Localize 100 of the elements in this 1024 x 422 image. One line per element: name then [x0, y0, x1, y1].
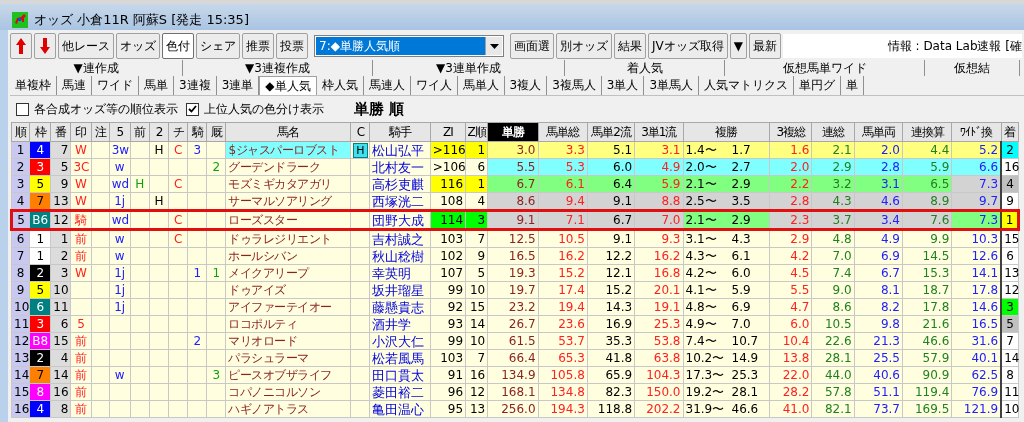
tab-group-label[interactable]: 着人気 — [565, 60, 725, 76]
toolbar-button[interactable]: 投票 — [276, 33, 308, 59]
table-row[interactable]: 9 5 10 1j ドゥアイズ 坂井瑠星 99 10 19.7 17.4 15.2 20.1 4.1〜 5.9 5.5 9.0 8.1 18.7 17.8 12 — [11, 281, 1019, 299]
column-header[interactable]: 馬単両 — [854, 122, 903, 142]
toolbar-button[interactable]: シェア — [196, 33, 240, 59]
toolbar-button[interactable]: 推票 — [242, 33, 274, 59]
table-row[interactable]: 13 2 4 前 パラシュラーマ 松若風馬 103 7 66.4 65.3 41.8 63.8 10.2〜 14.9 13.8 28.1 25.5 57.9 40.1 14 — [11, 349, 1019, 367]
table-cell: 2.3 — [769, 210, 812, 230]
table-row[interactable]: 15 8 16 前 コパノニコルソン 菱田裕二 96 12 168.1 134.8 82.3 150.0 19.2〜 28.1 28.2 57.8 51.1 119.4 76.9 11 — [11, 383, 1019, 401]
tab[interactable]: 馬連人 — [363, 76, 411, 95]
table-cell: B6 — [29, 210, 51, 230]
down-arrow-icon — [40, 38, 50, 54]
checkbox-label[interactable]: 各合成オッズ等の順位表示 — [34, 100, 178, 118]
tab[interactable]: ワイド — [92, 76, 139, 95]
table-cell: 5 — [11, 210, 30, 230]
column-header[interactable]: 単勝 — [487, 122, 538, 142]
column-header[interactable]: 印 — [70, 122, 91, 142]
column-header[interactable]: 騎手 — [369, 122, 431, 142]
column-header[interactable]: 番 — [50, 122, 71, 142]
column-header[interactable]: 3複総 — [769, 122, 812, 142]
table-cell: 7.0 — [634, 210, 683, 230]
table-row[interactable]: 1 4 7 W 3w H C 3 $ジャスパーロブスト H 松山弘平 >116 1 3.0 3.3 5.1 3.1 1.4〜 1.7 1.6 2.1 2.0 4.4 5.2 2 — [11, 141, 1019, 159]
tab[interactable]: 人気マトリクス — [699, 76, 795, 95]
info-text: 情報 : Data Lab速報 [確 — [887, 37, 1022, 55]
table-row[interactable]: 8 2 3 W 1j 1 1 メイクアリープ 幸英明 107 5 19.3 15.2 12.1 16.8 4.2〜 6.0 4.5 7.4 6.7 15.3 14.1 13 — [11, 264, 1019, 282]
checkbox[interactable] — [186, 102, 199, 116]
tab[interactable]: 馬連 — [57, 76, 92, 95]
column-header[interactable]: Z順 — [465, 122, 488, 142]
tab[interactable]: 3連複 — [174, 76, 217, 95]
tab-group-label[interactable]: ▼連作成 — [10, 60, 183, 76]
tab[interactable]: 馬単人 — [457, 76, 505, 95]
table-row[interactable]: 11 3 6 5 ロコポルティ 酒井学 93 14 26.7 23.6 16.9 25.3 4.9〜 7.0 6.0 10.5 9.8 21.6 16.5 5 — [11, 315, 1019, 333]
table-row[interactable]: 10 6 11 1j アイファーテイオー 藤懸貴志 92 15 23.2 19.4 14.3 19.1 4.8〜 6.9 4.7 8.6 8.2 17.8 14.6 3 — [11, 298, 1019, 316]
table-row[interactable]: 7 1 2 前 w ホールシバン 秋山稔樹 102 9 16.5 16.2 12.2 16.2 4.3〜 6.1 4.2 7.0 6.9 14.5 12.6 6 — [11, 247, 1019, 265]
tab[interactable]: 単 — [841, 76, 865, 95]
tab[interactable]: 3複人 — [504, 76, 548, 95]
table-cell: 6.7 — [587, 210, 635, 230]
up-arrow-icon — [16, 38, 26, 54]
table-row[interactable]: 3 5 9 W wd H C モズミギカタアガリ 高杉吏麒 116 1 6.7 6.1 6.4 5.9 2.1〜 2.9 2.2 3.2 3.1 6.5 7.3 4 — [11, 175, 1019, 193]
tab-group-label[interactable]: ▼3連単作成 — [373, 60, 565, 76]
toolbar-button[interactable]: 別オッズ — [556, 33, 612, 59]
table-row[interactable]: 12 B8 15 前 2 マリオロード 小沢大仁 99 10 61.5 53.7 35.3 53.8 7.4〜 10.7 10.4 22.6 21.3 46.6 31.6 7 — [11, 332, 1019, 350]
table-cell: 12 — [50, 210, 71, 230]
column-header[interactable]: 枠 — [29, 122, 51, 142]
column-header[interactable]: ﾜｲﾄﾞ換 — [951, 122, 1002, 142]
toolbar-button[interactable]: 結果 — [614, 33, 646, 59]
tab[interactable]: 単円グ — [794, 76, 842, 95]
table-cell: 114 — [430, 210, 466, 230]
dropdown-button[interactable] — [485, 37, 502, 55]
table-cell — [149, 264, 169, 282]
column-header[interactable]: 順 — [11, 122, 30, 142]
table-cell: 騎 — [70, 210, 91, 230]
table-cell — [149, 158, 169, 176]
column-header[interactable]: 馬単2流 — [587, 122, 635, 142]
column-header[interactable]: ZI — [430, 122, 466, 142]
checkbox[interactable] — [16, 102, 29, 116]
column-header[interactable]: 3単1流 — [634, 122, 683, 142]
down-arrow-button[interactable] — [34, 33, 56, 59]
dropdown-value: 7:◆単勝人気順 — [316, 37, 485, 55]
table-cell: 1 — [1001, 210, 1019, 230]
tab-group-label[interactable]: 仮想結 — [925, 60, 1020, 76]
column-header[interactable]: 5 — [109, 122, 131, 142]
toolbar-button[interactable]: 最新 — [749, 33, 781, 59]
column-header[interactable]: 連総 — [811, 122, 855, 142]
view-dropdown[interactable]: 7:◆単勝人気順 — [314, 35, 504, 57]
table-row[interactable]: 14 7 14 前 w 3 ピースオブザライフ 田口貫太 91 16 134.9 105.8 65.9 104.3 17.3〜 25.3 22.0 44.0 40.6 90.9 62.5 8 — [11, 366, 1019, 384]
table-cell: 3.4 — [854, 210, 903, 230]
table-cell: 2.1〜 2.9 — [683, 210, 770, 230]
table-cell: 3.7 — [811, 210, 855, 230]
table-cell: wd — [109, 210, 131, 230]
table-cell: 9.1 — [487, 210, 538, 230]
tab[interactable]: 枠人気 — [316, 76, 364, 95]
column-header[interactable]: 馬単総 — [538, 122, 588, 142]
tab[interactable]: 3複馬人 — [547, 76, 602, 95]
up-arrow-button[interactable] — [10, 33, 32, 59]
table-row[interactable]: 6 1 1 前 w C ドゥラレジリエント 吉村誠之 103 7 12.5 10.5 9.1 9.3 3.1〜 4.3 2.9 4.8 4.9 9.9 10.3 15 — [11, 229, 1019, 248]
column-header[interactable]: 複勝 — [683, 122, 770, 142]
toolbar-button[interactable]: 他レース — [58, 33, 114, 59]
tab[interactable]: 単複枠 — [10, 76, 57, 95]
table-cell: 7.6 — [902, 210, 952, 230]
table-row[interactable]: 5 B6 12 騎 wd C ローズスター 団野大成 114 3 9.1 7.1 6.7 7.0 2.1〜 2.9 2.3 3.7 3.4 7.6 7.3 1 — [11, 210, 1019, 230]
tab[interactable]: ◆単人気 — [259, 76, 317, 95]
tab[interactable]: ワイ人 — [410, 76, 458, 95]
column-header[interactable]: 連換算 — [902, 122, 952, 142]
table-row[interactable]: 16 4 8 前 ハギノアトラス 亀田温心 95 13 256.0 194.3 118.8 202.2 31.9〜 46.6 41.0 82.1 73.7 169.5 121.9 10 — [11, 400, 1019, 418]
tab[interactable]: 馬単 — [139, 76, 174, 95]
table-cell: 7.1 — [538, 210, 588, 230]
column-header[interactable]: 馬名 — [225, 122, 351, 142]
sort-label: 単勝 順 — [354, 99, 405, 119]
tab[interactable]: 3単馬人 — [644, 76, 700, 95]
toolbar-button[interactable]: オッズ — [116, 33, 160, 59]
table-row[interactable]: 2 3 5 3C w 2 グーデンドラーク 北村友一 >106 6 5.5 5.3 6.0 4.9 2.0〜 2.7 2.0 2.9 2.8 5.9 6.6 16 — [11, 158, 1019, 176]
table-cell — [149, 366, 169, 384]
tab-group-label[interactable]: 仮想馬単ワイド — [725, 60, 925, 76]
toolbar-button[interactable]: 色付 — [162, 33, 194, 59]
toolbar-button[interactable]: 画面選 — [510, 33, 554, 59]
toolbar-button[interactable]: JVオッズ取得 — [648, 33, 728, 59]
tab[interactable]: 3単人 — [601, 76, 645, 95]
checkbox-label[interactable]: 上位人気の色分け表示 — [204, 100, 324, 118]
toolbar-button[interactable]: ▼ — [729, 33, 747, 59]
